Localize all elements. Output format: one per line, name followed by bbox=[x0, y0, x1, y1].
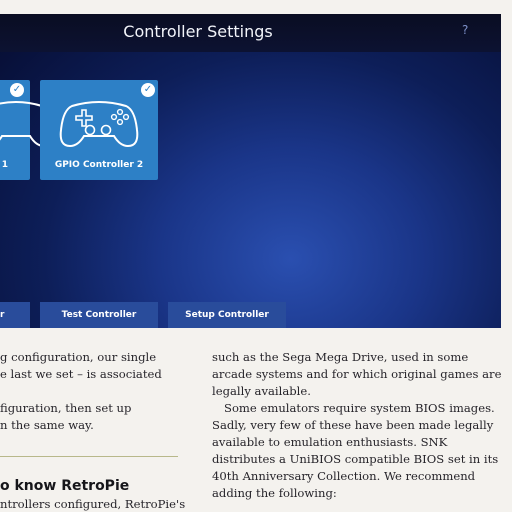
section-heading: o know RetroPie bbox=[0, 478, 130, 494]
body-line: ntrollers configured, RetroPie's bbox=[0, 497, 186, 511]
check-icon: ✓ bbox=[10, 83, 24, 97]
right-column: such as the Sega Mega Drive, used in som… bbox=[212, 349, 504, 502]
help-icon[interactable]: ? bbox=[462, 23, 468, 37]
test-controller-button[interactable]: Test Controller bbox=[40, 302, 158, 328]
controller-2-label: GPIO Controller 2 bbox=[54, 160, 144, 170]
section-divider bbox=[0, 456, 178, 457]
body-paragraph: such as the Sega Mega Drive, used in som… bbox=[212, 350, 502, 398]
controller-settings-screenshot: Controller Settings ? ✓ r 1 ✓ GPIO Contr… bbox=[0, 14, 501, 328]
body-line: n the same way. bbox=[0, 418, 94, 432]
partial-button[interactable]: r bbox=[0, 302, 30, 328]
controller-tile-2[interactable]: ✓ GPIO Controller 2 bbox=[40, 80, 158, 180]
setup-controller-button[interactable]: Setup Controller bbox=[168, 302, 286, 328]
body-line: figuration, then set up bbox=[0, 401, 132, 415]
left-column: g configuration, our single e last we se… bbox=[0, 349, 200, 434]
gamepad-icon bbox=[59, 101, 139, 148]
body-line: g configuration, our single bbox=[0, 350, 157, 364]
controller-1-label: r 1 bbox=[0, 160, 8, 170]
title-bar: Controller Settings ? bbox=[0, 14, 501, 52]
body-paragraph: Some emulators require system BIOS image… bbox=[212, 401, 499, 500]
controller-tile-1[interactable]: ✓ r 1 bbox=[0, 80, 54, 180]
screen-title: Controller Settings bbox=[123, 22, 273, 41]
check-icon: ✓ bbox=[141, 83, 155, 97]
body-line: e last we set – is associated bbox=[0, 367, 162, 381]
